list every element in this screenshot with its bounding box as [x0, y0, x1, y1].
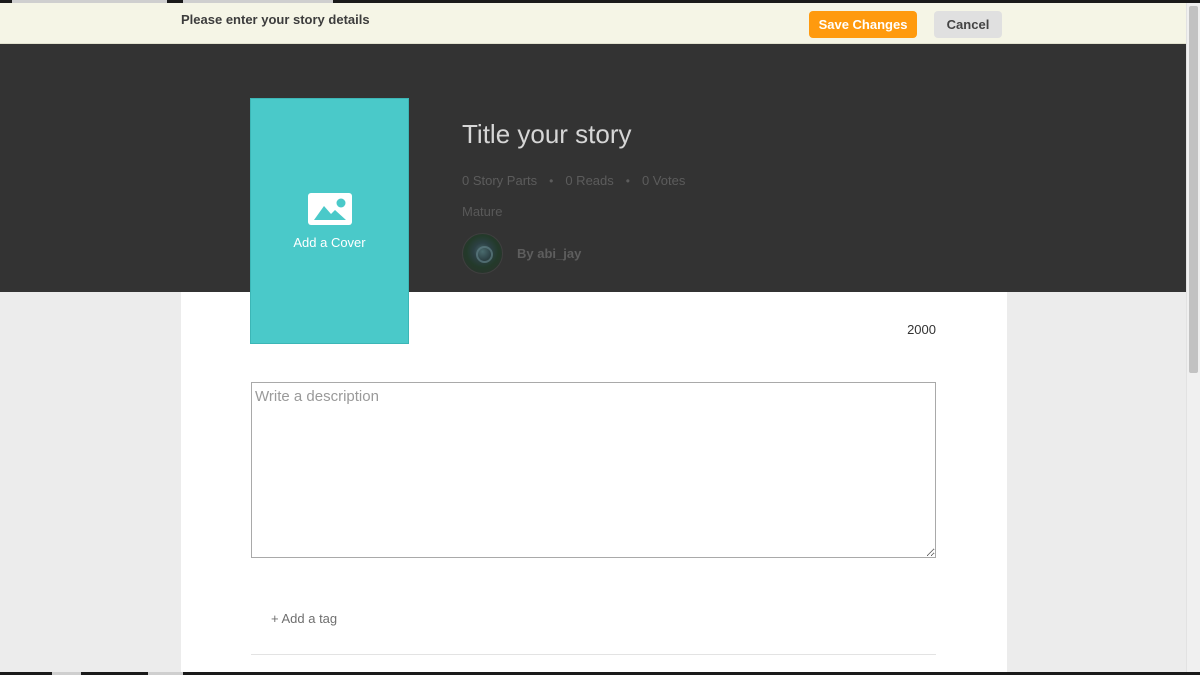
notice-bar: Please enter your story details Save Cha…	[0, 3, 1186, 44]
avatar[interactable]	[462, 233, 503, 274]
author-name[interactable]: By abi_jay	[517, 246, 581, 261]
add-cover-button[interactable]: Add a Cover	[250, 98, 409, 344]
votes-count: 0 Votes	[641, 173, 686, 188]
mature-rating: Mature	[462, 204, 503, 219]
reads-count: 0 Reads	[565, 173, 614, 188]
add-cover-label: Add a Cover	[293, 234, 366, 250]
author-info: By abi_jay	[462, 233, 581, 274]
description-char-count: 2000	[907, 322, 936, 337]
story-parts-count: 0 Story Parts	[462, 173, 538, 188]
divider	[251, 654, 936, 655]
add-tag-button[interactable]: + Add a tag	[271, 611, 337, 626]
story-stats: 0 Story Parts • 0 Reads • 0 Votes	[462, 173, 685, 188]
story-header	[0, 44, 1186, 292]
stats-separator: •	[549, 173, 554, 188]
description-input[interactable]	[251, 382, 936, 558]
scrollbar-thumb[interactable]	[1189, 6, 1198, 373]
story-title[interactable]: Title your story	[462, 119, 632, 150]
stats-separator: •	[625, 173, 630, 188]
save-changes-button[interactable]: Save Changes	[809, 11, 917, 38]
image-icon	[307, 192, 352, 225]
cancel-button[interactable]: Cancel	[934, 11, 1002, 38]
notice-message: Please enter your story details	[181, 12, 370, 27]
